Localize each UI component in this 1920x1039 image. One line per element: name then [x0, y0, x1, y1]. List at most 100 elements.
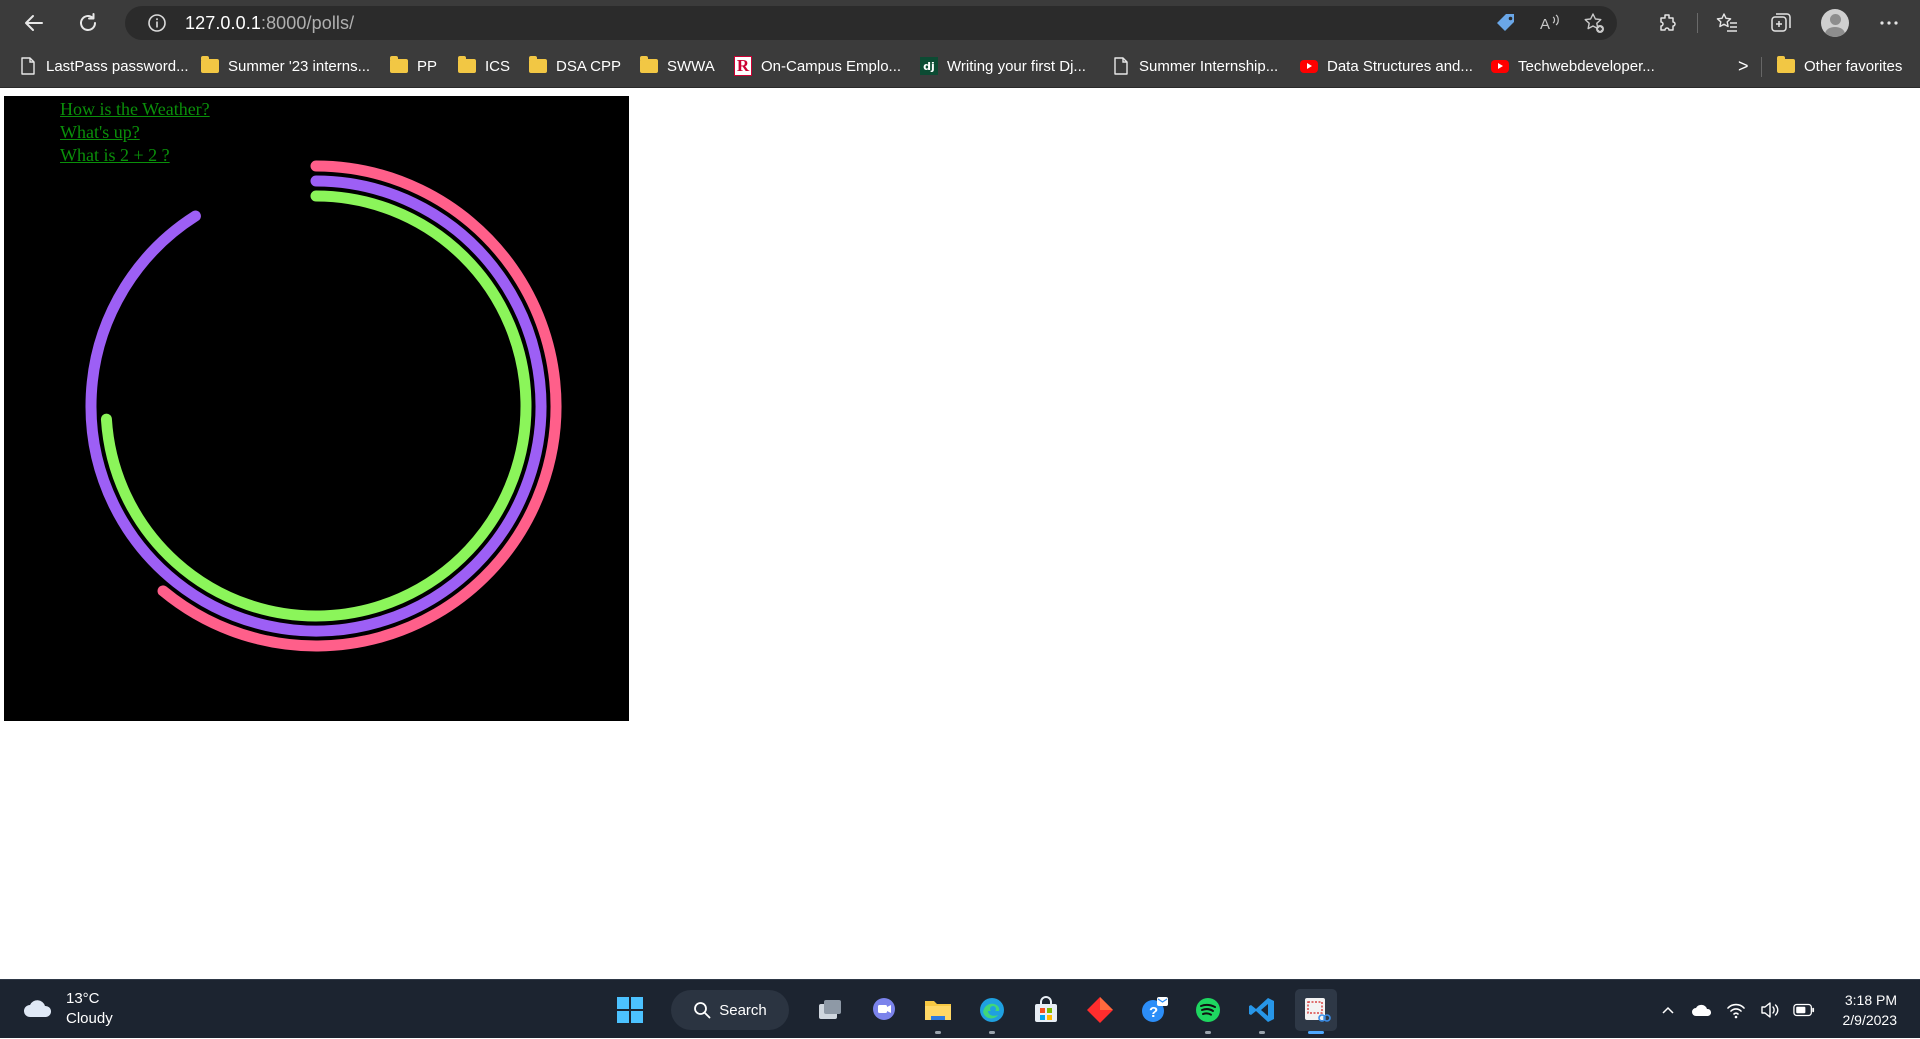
progress-rings — [4, 96, 629, 721]
folder-icon — [390, 57, 408, 75]
folder-icon — [529, 57, 547, 75]
weather-desc: Cloudy — [66, 1009, 113, 1029]
system-tray: 3:18 PM 2/9/2023 — [1651, 980, 1920, 1039]
microsoft-store-app[interactable] — [1025, 989, 1067, 1031]
rutgers-logo-icon: R — [734, 57, 752, 75]
back-button[interactable] — [18, 7, 50, 39]
search-icon — [693, 1001, 711, 1019]
favorite-label: LastPass password... — [46, 58, 189, 75]
store-icon — [1032, 996, 1060, 1024]
task-view-icon — [816, 996, 844, 1024]
start-button[interactable] — [609, 989, 651, 1031]
site-info-icon[interactable] — [147, 13, 167, 33]
vscode-app[interactable] — [1241, 989, 1283, 1031]
page-icon — [1112, 57, 1130, 75]
refresh-icon — [76, 11, 100, 35]
taskbar: 13°C Cloudy Search — [0, 979, 1920, 1038]
vscode-icon — [1247, 995, 1277, 1025]
youtube-icon — [1300, 57, 1318, 75]
svg-text:A: A — [1540, 16, 1550, 33]
wifi-icon[interactable] — [1725, 999, 1747, 1021]
favorite-techwebdeveloper[interactable]: Techwebdeveloper... — [1491, 54, 1655, 78]
read-aloud-icon[interactable]: A — [1537, 10, 1563, 36]
favorite-data-structures[interactable]: Data Structures and... — [1300, 54, 1473, 78]
battery-icon[interactable] — [1793, 999, 1815, 1021]
profile-avatar-icon[interactable] — [1820, 8, 1850, 38]
favorites-bar: LastPass password... Summer '23 interns.… — [0, 45, 1920, 88]
youtube-icon — [1491, 57, 1509, 75]
more-menu-icon[interactable] — [1874, 8, 1904, 38]
volume-icon[interactable] — [1759, 999, 1781, 1021]
svg-text:?: ? — [1149, 1004, 1158, 1021]
favorite-label: ICS — [485, 58, 510, 75]
file-explorer-app[interactable] — [917, 989, 959, 1031]
diamond-app[interactable] — [1079, 989, 1121, 1031]
snipping-tool-icon — [1301, 995, 1331, 1025]
collections-icon[interactable] — [1766, 8, 1796, 38]
favorite-label: Summer Internship... — [1139, 58, 1278, 75]
feedback-icon: ? — [1139, 995, 1169, 1025]
avatar — [1821, 9, 1849, 37]
task-view-button[interactable] — [809, 989, 851, 1031]
favorite-lastpass[interactable]: LastPass password... — [19, 54, 189, 78]
spotify-app[interactable] — [1187, 989, 1229, 1031]
favorite-django-tutorial[interactable]: dj Writing your first Dj... — [920, 54, 1086, 78]
chat-icon — [869, 995, 899, 1025]
taskbar-clock[interactable]: 3:18 PM 2/9/2023 — [1843, 990, 1898, 1030]
feedback-hub-app[interactable]: ? — [1133, 989, 1175, 1031]
other-favorites-label: Other favorites — [1804, 58, 1902, 75]
edge-browser-app[interactable] — [971, 989, 1013, 1031]
favorite-ics-folder[interactable]: ICS — [458, 54, 510, 78]
favorites-divider — [1761, 57, 1762, 77]
url-path: :8000/polls/ — [261, 13, 354, 33]
browser-toolbar: 127.0.0.1:8000/polls/ A — [0, 0, 1920, 45]
django-icon: dj — [920, 57, 938, 75]
favorites-list-icon[interactable] — [1712, 8, 1742, 38]
favorite-dsa-cpp-folder[interactable]: DSA CPP — [529, 54, 621, 78]
folder-icon — [1777, 57, 1795, 75]
add-favorite-star-icon[interactable] — [1581, 10, 1607, 36]
chevron-right-icon: > — [1738, 56, 1749, 77]
spotify-icon — [1193, 995, 1223, 1025]
page-icon — [19, 57, 37, 75]
folder-icon — [201, 57, 219, 75]
onedrive-cloud-icon[interactable] — [1691, 999, 1713, 1021]
folder-icon — [640, 57, 658, 75]
edge-icon — [977, 995, 1007, 1025]
favorite-label: SWWA — [667, 58, 715, 75]
ring-pink — [163, 166, 556, 646]
weather-widget[interactable]: 13°C Cloudy — [22, 989, 113, 1029]
favorites-overflow-button[interactable]: > — [1738, 54, 1749, 78]
url-text[interactable]: 127.0.0.1:8000/polls/ — [185, 13, 354, 34]
extensions-puzzle-icon[interactable] — [1653, 8, 1683, 38]
folder-icon — [458, 57, 476, 75]
favorite-swwa-folder[interactable]: SWWA — [640, 54, 715, 78]
favorite-label: Techwebdeveloper... — [1518, 58, 1655, 75]
favorite-pp-folder[interactable]: PP — [390, 54, 437, 78]
favorite-label: DSA CPP — [556, 58, 621, 75]
address-bar[interactable]: 127.0.0.1:8000/polls/ A — [125, 6, 1617, 40]
favorite-label: Writing your first Dj... — [947, 58, 1086, 75]
folder-icon — [923, 996, 953, 1024]
favorite-summer-internship[interactable]: Summer Internship... — [1112, 54, 1278, 78]
ring-purple — [91, 181, 541, 631]
cloud-icon — [22, 997, 54, 1021]
show-hidden-icons-chevron-up-icon[interactable] — [1657, 999, 1679, 1021]
coupon-tag-icon[interactable] — [1493, 10, 1519, 36]
refresh-button[interactable] — [72, 7, 104, 39]
favorite-summer-interns-folder[interactable]: Summer '23 interns... — [201, 54, 370, 78]
clock-date: 2/9/2023 — [1843, 1010, 1898, 1030]
other-favorites-folder[interactable]: Other favorites — [1777, 54, 1902, 78]
ring-green — [106, 196, 526, 616]
teams-chat-app[interactable] — [863, 989, 905, 1031]
snipping-tool-app[interactable] — [1295, 989, 1337, 1031]
url-host: 127.0.0.1 — [185, 13, 261, 33]
taskbar-search-button[interactable]: Search — [671, 990, 789, 1030]
favorite-on-campus-employment[interactable]: R On-Campus Emplo... — [734, 54, 901, 78]
favorite-label: Data Structures and... — [1327, 58, 1473, 75]
arrow-left-icon — [22, 11, 46, 35]
weather-temp: 13°C — [66, 989, 113, 1009]
favorite-label: On-Campus Emplo... — [761, 58, 901, 75]
clock-time: 3:18 PM — [1843, 990, 1898, 1010]
favorite-label: PP — [417, 58, 437, 75]
